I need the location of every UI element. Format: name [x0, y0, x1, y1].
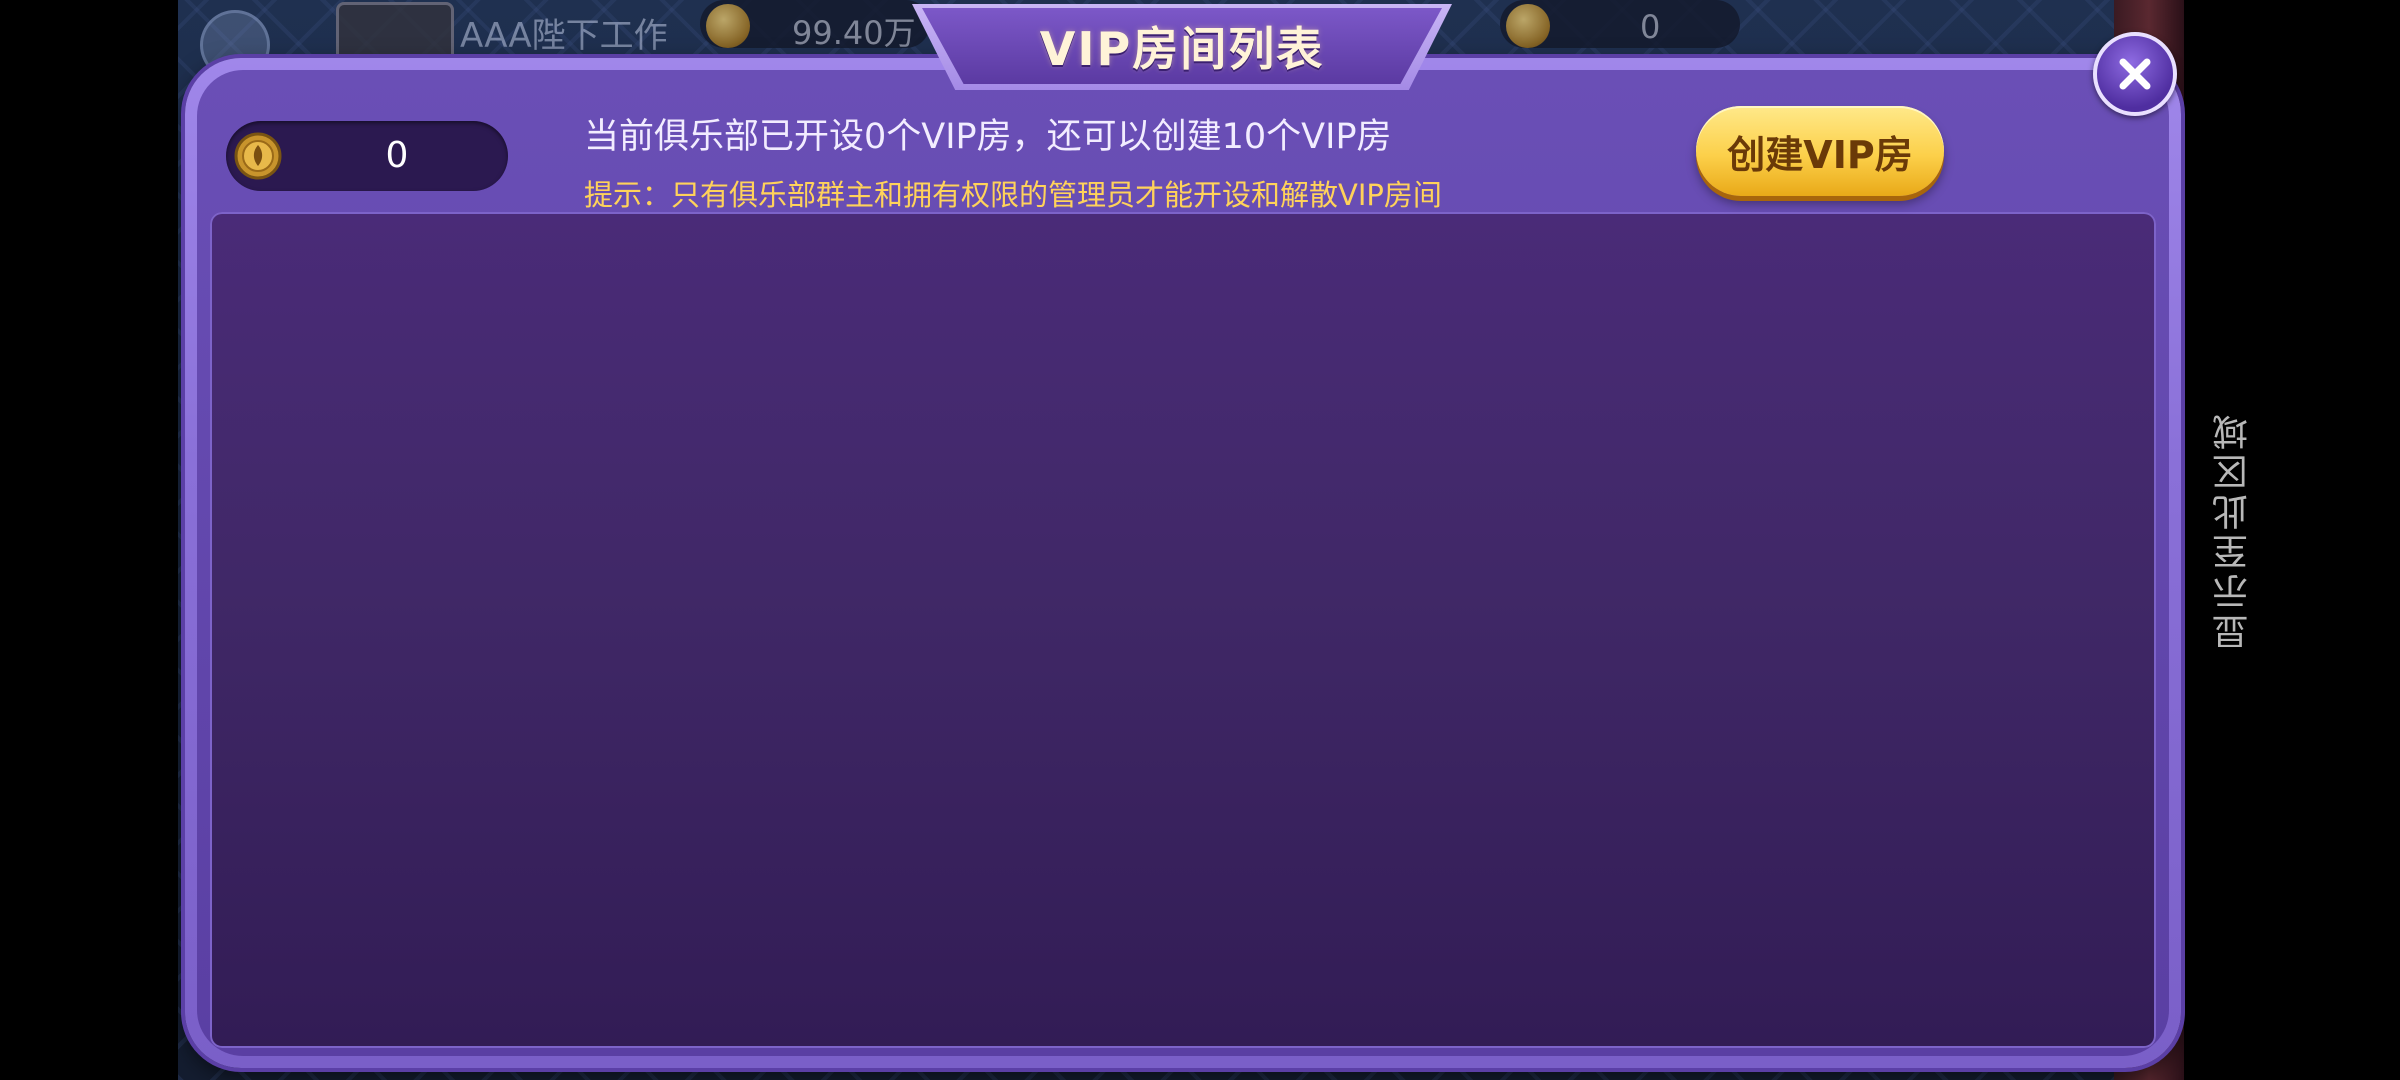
side-caption: 显示至此区域 [2213, 410, 2254, 650]
player-name: AAA陛下工作 [460, 16, 668, 56]
background-top-bar: AAA陛下工作 99.40万 0 [0, 0, 1740, 80]
diamond-coin-icon [1506, 4, 1550, 48]
coin-icon [234, 132, 282, 180]
vip-room-status-text: 当前俱乐部已开设0个VIP房，还可以创建10个VIP房 [584, 117, 1392, 157]
app-screen: AAA陛下工作 99.40万 0 VIP房间列表 0 当前俱乐部已开设0个VIP… [0, 0, 2400, 1080]
vip-room-hint-text: 提示：只有俱乐部群主和拥有权限的管理员才能开设和解散VIP房间 [584, 178, 1442, 212]
coin-balance-value: 0 [385, 135, 409, 176]
dialog-title: VIP房间列表 [1039, 22, 1325, 76]
gold-coin-icon [706, 4, 750, 48]
gold-balance-value: 99.40万 [792, 14, 916, 52]
create-vip-room-label: 创建VIP房 [1727, 132, 1913, 177]
close-button[interactable] [2093, 32, 2177, 116]
close-icon [2119, 58, 2151, 90]
vip-room-list-panel [210, 212, 2156, 1048]
create-vip-room-button[interactable]: 创建VIP房 [1696, 106, 1944, 196]
gold-balance-pill: 99.40万 [700, 0, 930, 52]
diamond-balance-pill: 0 [1500, 0, 1740, 48]
title-tab: VIP房间列表 [922, 8, 1442, 84]
coin-balance-pill: 0 [226, 121, 508, 191]
diamond-balance-value: 0 [1640, 8, 1661, 46]
